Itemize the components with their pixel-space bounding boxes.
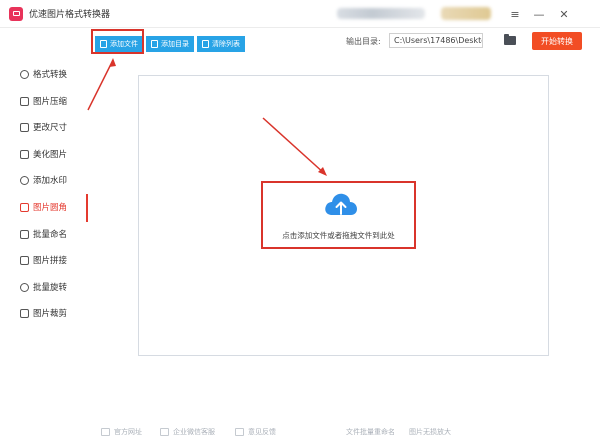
sidebar-item-watermark[interactable]: 添加水印 <box>0 170 88 190</box>
watermark-icon <box>20 175 29 185</box>
footer-link-upscale[interactable]: 图片无损放大 <box>409 427 451 437</box>
add-file-highlight <box>91 29 144 54</box>
active-indicator <box>86 194 88 222</box>
output-dir-label: 输出目录: <box>346 37 381 46</box>
compress-icon <box>20 96 29 106</box>
vip-badge[interactable] <box>441 7 491 20</box>
stitch-icon <box>20 255 29 265</box>
account-info[interactable] <box>337 8 425 19</box>
sidebar-item-format[interactable]: 格式转换 <box>0 64 88 84</box>
footer <box>0 418 600 445</box>
output-dir-input[interactable]: C:\Users\17486\Deskto <box>389 33 483 48</box>
footer-link-rename[interactable]: 文件批量重命名 <box>346 427 395 437</box>
app-logo-icon <box>9 6 23 21</box>
sidebar-item-rotate[interactable]: 批量旋转 <box>0 277 88 297</box>
sidebar-item-beautify[interactable]: 美化图片 <box>0 144 88 164</box>
format-convert-icon <box>20 69 29 79</box>
folder-outline-icon <box>151 40 158 48</box>
sidebar-item-rename[interactable]: 批量命名 <box>0 224 88 244</box>
footer-website[interactable]: 官方网址 <box>101 427 142 437</box>
sidebar-item-round-corner[interactable]: 图片圆角 <box>0 197 88 217</box>
sidebar-item-resize[interactable]: 更改尺寸 <box>0 117 88 137</box>
rename-icon <box>20 229 29 239</box>
round-corner-icon <box>20 202 29 212</box>
trash-icon <box>202 40 209 48</box>
beautify-icon <box>20 149 29 159</box>
app-title: 优速图片格式转换器 <box>29 10 111 20</box>
clear-list-button[interactable]: 清除列表 <box>197 36 245 52</box>
sidebar-item-stitch[interactable]: 图片拼接 <box>0 250 88 270</box>
feedback-icon <box>235 428 244 436</box>
footer-feedback[interactable]: 意见反馈 <box>235 427 276 437</box>
resize-icon <box>20 122 29 132</box>
drop-hint-text: 点击添加文件或者拖拽文件到此处 <box>282 231 395 240</box>
close-icon[interactable]: ✕ <box>556 6 572 22</box>
cloud-upload-icon[interactable] <box>323 190 359 218</box>
minimize-icon[interactable]: — <box>531 6 547 22</box>
add-folder-button[interactable]: 添加目录 <box>146 36 194 52</box>
browse-folder-icon[interactable] <box>504 34 516 45</box>
start-convert-button[interactable]: 开始转换 <box>532 32 582 50</box>
sidebar-item-compress[interactable]: 图片压缩 <box>0 91 88 111</box>
menu-icon[interactable]: ≡ <box>507 6 523 22</box>
crop-icon <box>20 308 29 318</box>
rotate-icon <box>20 282 29 292</box>
footer-service[interactable]: 企业微信客服 <box>160 427 215 437</box>
sidebar-item-crop[interactable]: 图片裁剪 <box>0 303 88 323</box>
website-icon <box>101 428 110 436</box>
service-icon <box>160 428 169 436</box>
